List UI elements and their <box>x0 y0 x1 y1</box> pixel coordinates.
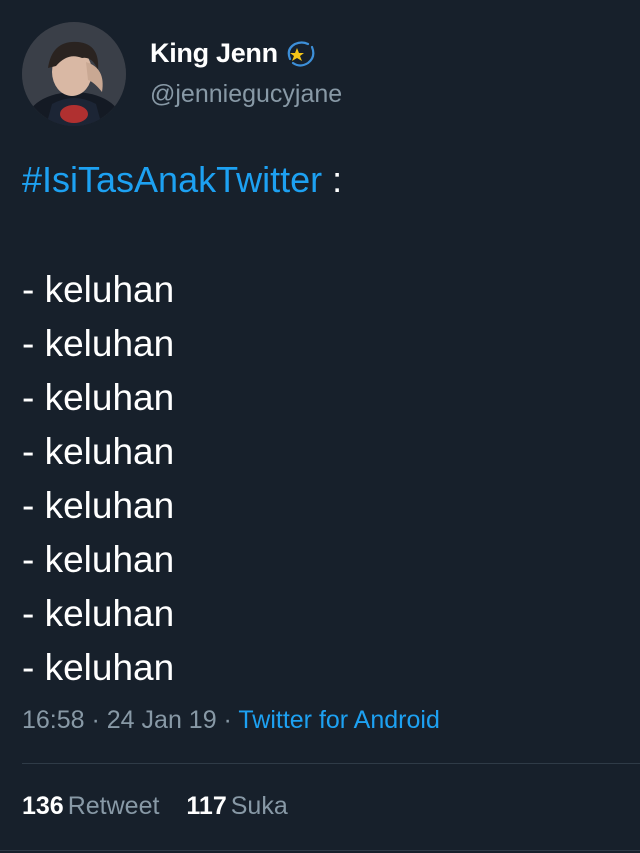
list-item: - keluhan <box>22 377 175 418</box>
list-item: - keluhan <box>22 485 175 526</box>
tweet-first-line: #IsiTasAnakTwitter : <box>22 158 342 202</box>
tweet-source-link[interactable]: Twitter for Android <box>238 706 439 734</box>
hashtag-link[interactable]: #IsiTasAnakTwitter <box>22 159 322 200</box>
name-row: King Jenn <box>150 38 316 69</box>
list-item: - keluhan <box>22 431 175 472</box>
tweet-date: 24 Jan 19 <box>106 706 217 734</box>
avatar[interactable] <box>22 22 126 126</box>
likes-count: 117 <box>186 792 227 820</box>
retweets-label: Retweet <box>67 792 160 820</box>
hashtag-suffix: : <box>322 159 343 200</box>
tweet-time: 16:58 <box>22 706 85 734</box>
retweets-count: 136 <box>22 792 64 820</box>
divider <box>0 850 640 851</box>
retweets-stat[interactable]: 136 Retweet <box>22 792 159 820</box>
tweet-detail: King Jenn @jenniegucyjane #IsiTasAnakTwi… <box>0 0 640 853</box>
avatar-image <box>22 22 126 126</box>
list-item: - keluhan <box>22 539 175 580</box>
list-item: - keluhan <box>22 269 175 310</box>
likes-label: Suka <box>230 792 288 820</box>
display-name[interactable]: King Jenn <box>150 38 278 69</box>
list-item: - keluhan <box>22 647 175 688</box>
tweet-stats: 136 Retweet 117 Suka <box>22 792 308 821</box>
likes-stat[interactable]: 117 Suka <box>186 792 287 820</box>
tweet-list: - keluhan - keluhan - keluhan - keluhan … <box>22 263 174 695</box>
meta-separator: · <box>216 706 239 734</box>
list-item: - keluhan <box>22 593 175 634</box>
dizzy-icon <box>286 39 316 69</box>
divider <box>22 763 640 764</box>
user-handle[interactable]: @jenniegucyjane <box>150 80 342 109</box>
meta-separator: · <box>84 706 107 734</box>
list-item: - keluhan <box>22 323 175 364</box>
tweet-meta: 16:58 · 24 Jan 19 · Twitter for Android <box>22 706 440 735</box>
